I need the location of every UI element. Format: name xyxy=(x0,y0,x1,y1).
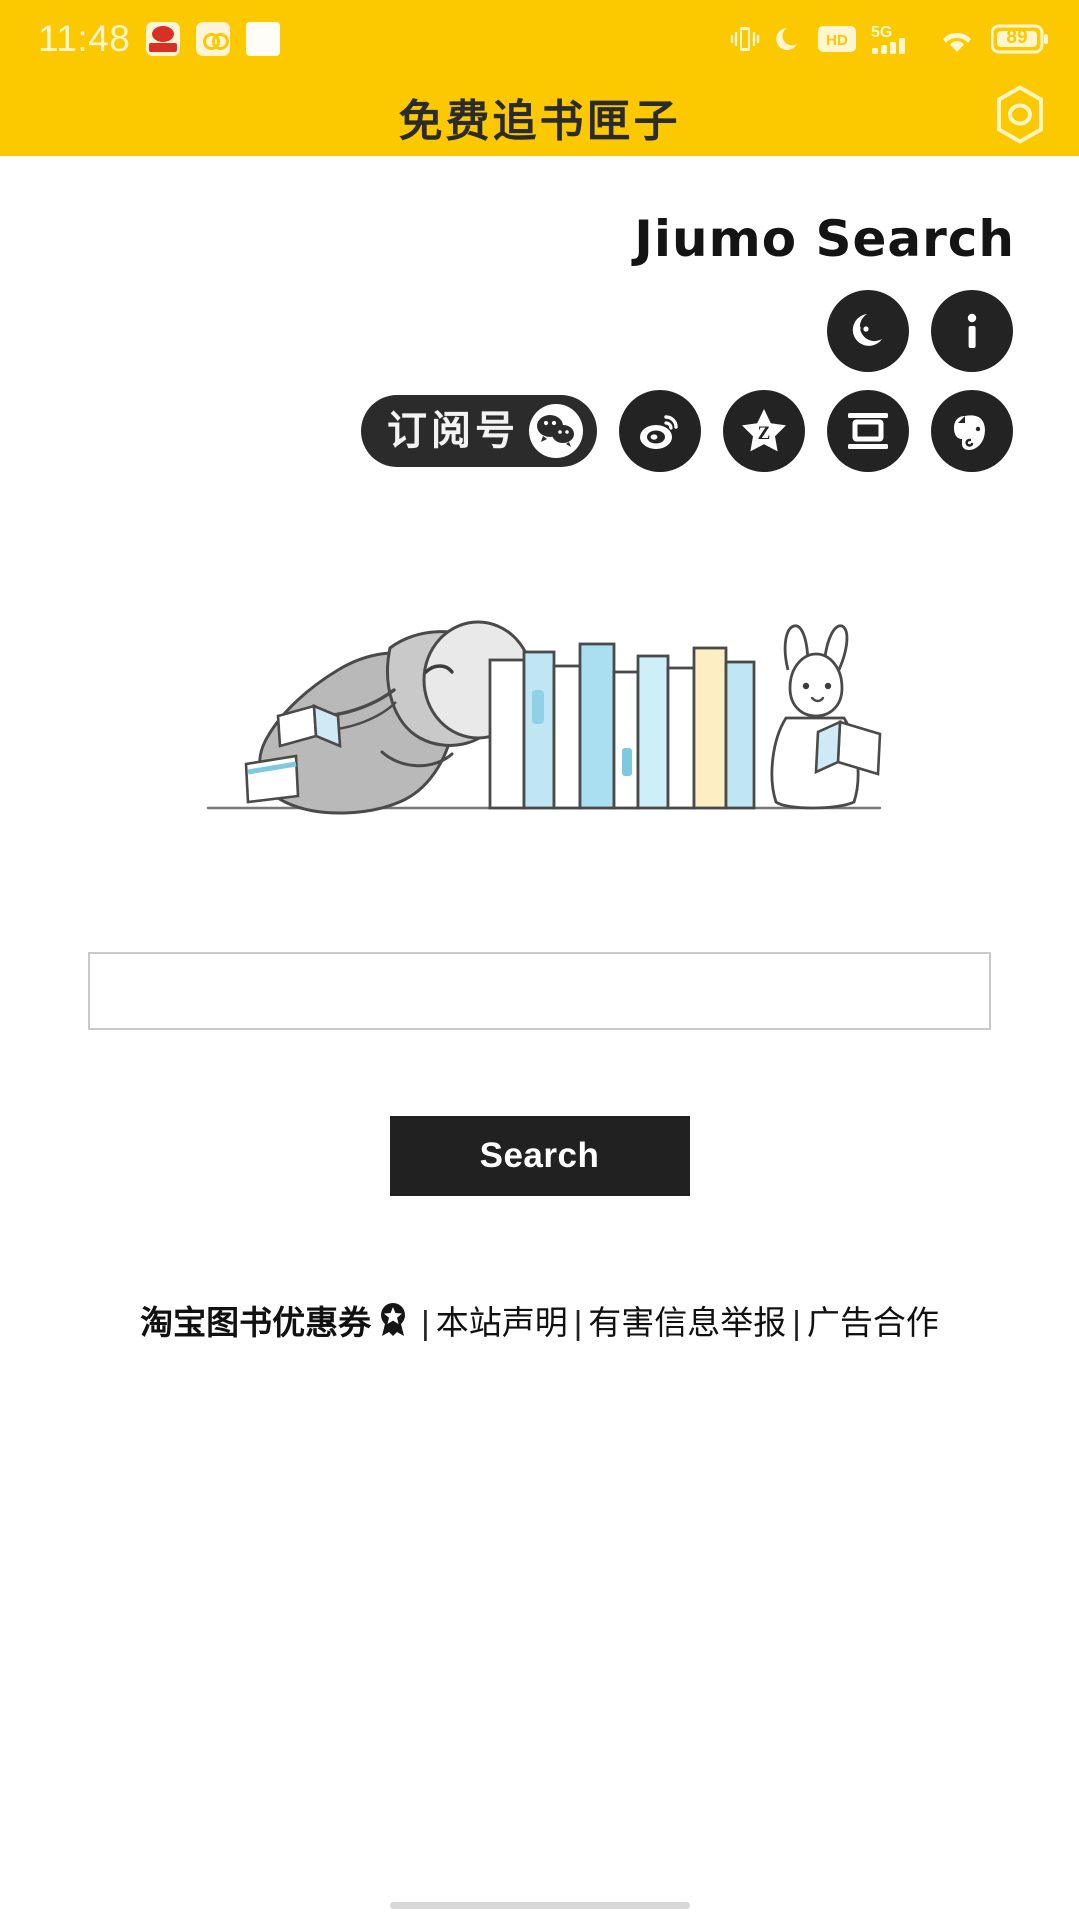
harmful-info-report-link[interactable]: 有害信息举报 xyxy=(588,1304,786,1341)
douban-icon[interactable] xyxy=(827,390,909,472)
app-header: 免费追书匣子 xyxy=(0,78,1079,156)
do-not-disturb-moon-icon xyxy=(775,24,803,54)
elephant-rabbit-reading-books-illustration xyxy=(0,540,1079,840)
wechat-subscription-pill[interactable]: 订阅号 xyxy=(361,395,597,467)
hexagon-target-icon[interactable] xyxy=(989,84,1051,151)
status-bar-left: 11:48 xyxy=(38,18,281,60)
blank-app-icon xyxy=(246,22,281,56)
site-statement-link[interactable]: 本站声明 xyxy=(436,1304,568,1341)
wechat-icon xyxy=(529,404,583,458)
red-packet-app-icon xyxy=(146,22,181,56)
page-body: Jiumo Search 订阅号 Z Search 淘宝图书优惠券 | 本站声明… xyxy=(0,156,1079,1354)
taobao-coupon-link[interactable]: 淘宝图书优惠券 xyxy=(140,1304,371,1341)
status-bar-right: HD 5G 89 xyxy=(730,22,1049,56)
medal-icon xyxy=(373,1300,413,1354)
page-title: 免费追书匣子 xyxy=(398,97,681,146)
svg-text:HD: HD xyxy=(826,32,848,49)
search-input[interactable] xyxy=(88,952,991,1030)
evernote-icon[interactable] xyxy=(931,390,1013,472)
status-time: 11:48 xyxy=(38,18,131,59)
svg-text:Z: Z xyxy=(758,423,771,444)
jiumo-search-logo[interactable]: Jiumo Search xyxy=(634,210,1015,268)
status-bar: 11:48 HD 5G 89 xyxy=(0,0,1079,78)
weibo-icon[interactable] xyxy=(619,390,701,472)
vibrate-icon xyxy=(730,23,760,55)
svg-text:5G: 5G xyxy=(871,24,892,41)
wifi-icon xyxy=(938,24,976,54)
info-icon[interactable] xyxy=(931,290,1013,372)
search-area xyxy=(0,952,1079,1030)
battery-percent-label: 89 xyxy=(1006,27,1028,48)
search-button[interactable]: Search xyxy=(389,1116,690,1196)
night-mode-icon[interactable] xyxy=(827,290,909,372)
search-button-area: Search xyxy=(0,1116,1079,1196)
social-icon-row: 订阅号 Z xyxy=(0,390,1079,472)
ad-cooperation-link[interactable]: 广告合作 xyxy=(807,1304,939,1341)
wechat-subscription-label: 订阅号 xyxy=(387,409,519,453)
footer-separator-2: | xyxy=(573,1304,583,1341)
footer-separator-1: | xyxy=(421,1304,430,1341)
battery-icon: 89 xyxy=(991,24,1049,54)
zhihu-icon[interactable]: Z xyxy=(723,390,805,472)
signal-5g-icon: 5G xyxy=(871,22,923,56)
footer-links: 淘宝图书优惠券 | 本站声明 | 有害信息举报 | 广告合作 xyxy=(0,1298,1079,1354)
brand-block: Jiumo Search xyxy=(0,156,1079,268)
home-indicator[interactable] xyxy=(389,1902,690,1909)
cloud-app-icon xyxy=(196,22,231,56)
phone-screen: 11:48 HD 5G 89 免费追书匣子 Jiumo Search 订阅号 Z… xyxy=(0,0,1079,1919)
hd-icon: HD xyxy=(818,26,856,52)
utility-icon-row xyxy=(0,290,1079,372)
footer-separator-3: | xyxy=(792,1304,801,1341)
